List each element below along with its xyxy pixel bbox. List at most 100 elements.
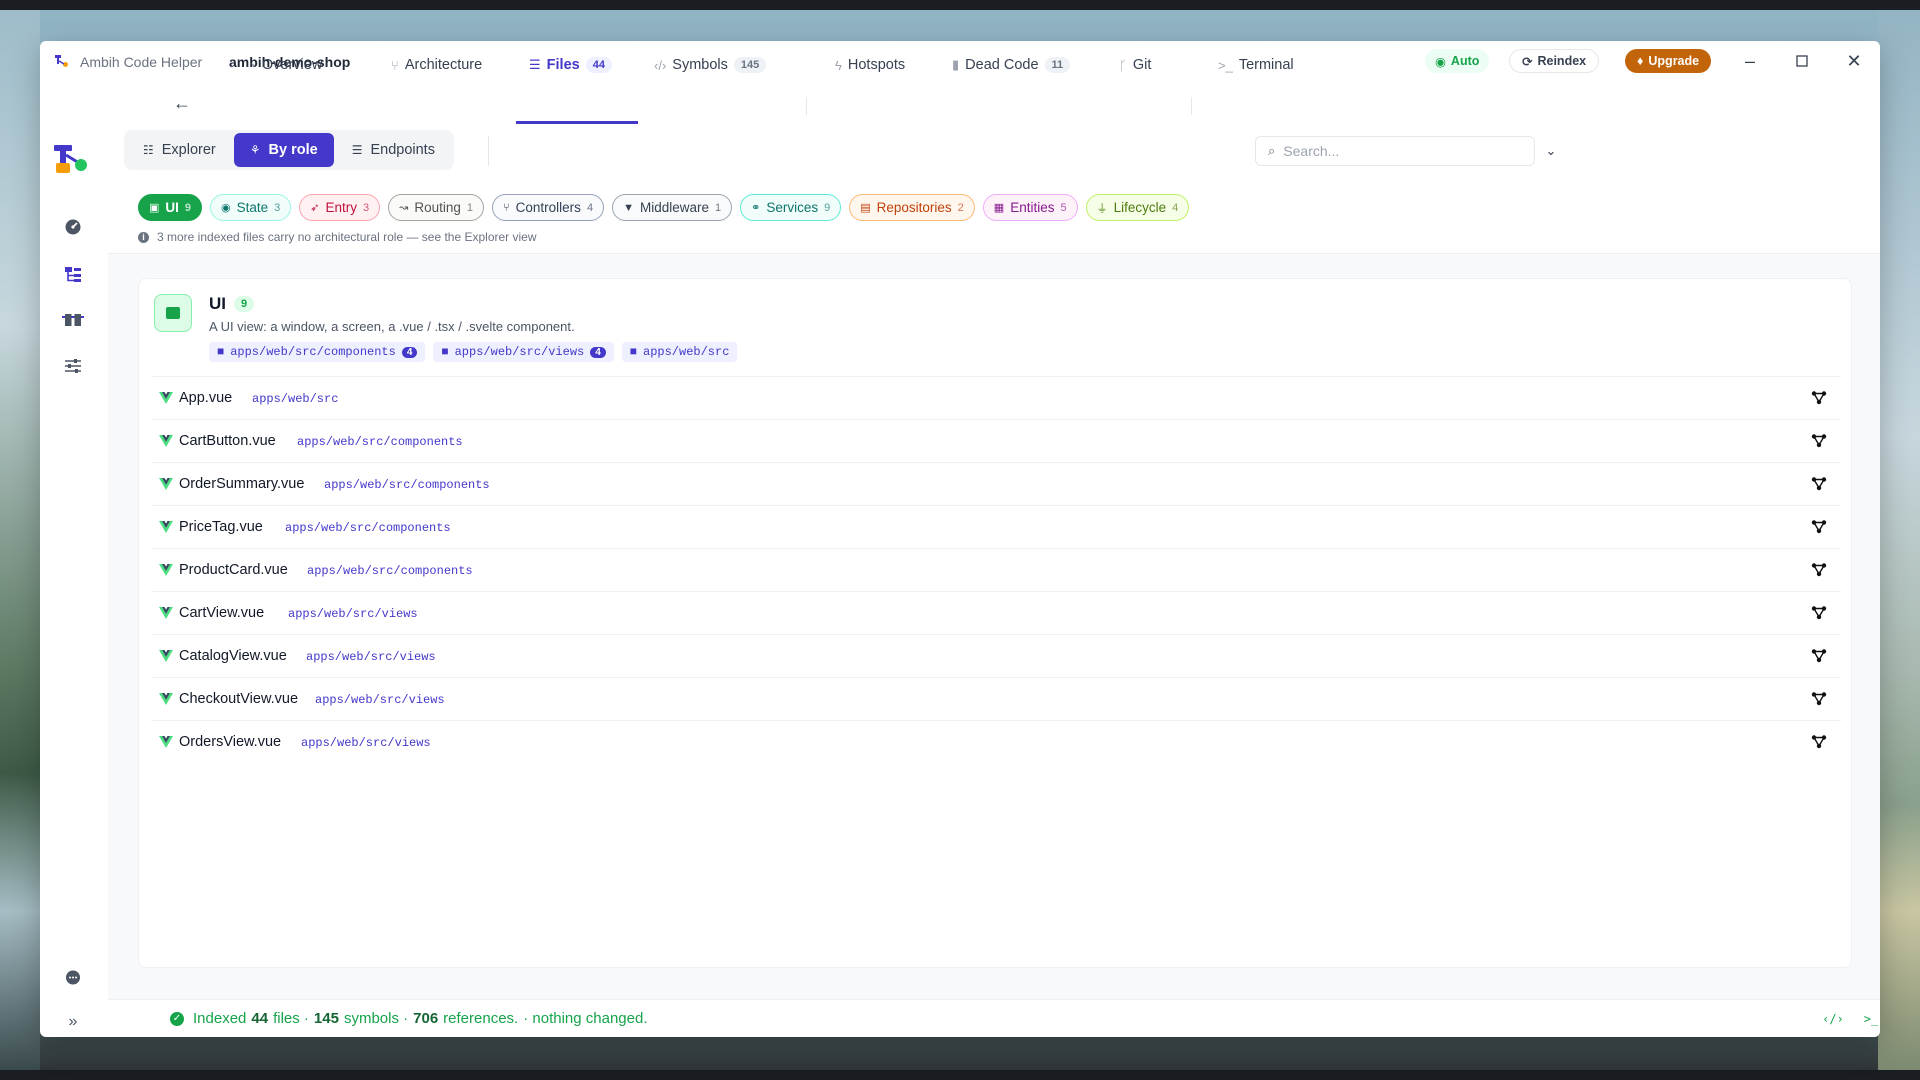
tab-count-badge: 44 — [585, 57, 612, 73]
file-row[interactable]: CatalogView.vue apps/web/src/views — [151, 635, 1841, 678]
auto-index-toggle[interactable]: ◉ Auto — [1425, 49, 1490, 73]
file-row[interactable]: App.vue apps/web/src — [151, 377, 1841, 420]
rail-settings-icon[interactable] — [62, 355, 84, 377]
dependency-graph-icon[interactable] — [1811, 519, 1827, 535]
role-chip-ui[interactable]: ▣ UI 9 — [138, 194, 203, 221]
folder-path: apps/web/src — [643, 345, 730, 359]
file-row[interactable]: CartButton.vue apps/web/src/components — [151, 420, 1841, 463]
tab-terminal[interactable]: >_ Terminal — [1218, 53, 1294, 77]
role-chip-label: Lifecycle — [1113, 200, 1167, 215]
plug-icon: ⏚ — [1096, 202, 1108, 215]
code-icon[interactable]: ‹/› — [1822, 1010, 1844, 1028]
tab-git[interactable]: ᚴ Git — [1119, 53, 1151, 77]
rail-docs-icon[interactable] — [62, 309, 84, 331]
tab-dead-code[interactable]: ▮ Dead Code 11 — [952, 53, 1071, 77]
role-chip-entities[interactable]: ▦ Entities 5 — [982, 194, 1078, 221]
dependency-graph-icon[interactable] — [1811, 734, 1827, 750]
view-mode-switch: ☷ Explorer ⚘ By role ☰ Endpoints — [124, 130, 454, 170]
tab-label: Hotspots — [847, 57, 906, 73]
file-name: App.vue — [179, 390, 233, 406]
left-rail: » — [40, 81, 108, 1037]
file-name: ProductCard.vue — [179, 562, 288, 578]
folder-path: apps/web/src/components — [230, 345, 396, 359]
rocket-icon: ➶ — [310, 202, 320, 214]
window-icon: ▣ — [149, 202, 160, 214]
role-chip-label: Services — [766, 200, 819, 215]
tab-overview[interactable]: ◔ Overview — [248, 53, 322, 77]
file-name: CartView.vue — [179, 605, 265, 621]
dependency-graph-icon[interactable] — [1811, 390, 1827, 406]
file-name: OrdersView.vue — [179, 734, 282, 750]
file-name: CheckoutView.vue — [179, 691, 299, 707]
file-row[interactable]: PriceTag.vue apps/web/src/components — [151, 506, 1841, 549]
role-chip-label: Routing — [414, 200, 461, 215]
folder-chip[interactable]: ■ apps/web/src/components 4 — [209, 342, 426, 362]
dependency-graph-icon[interactable] — [1811, 476, 1827, 492]
dependency-graph-icon[interactable] — [1811, 433, 1827, 449]
role-chip-controllers[interactable]: ⑂ Controllers 4 — [492, 194, 605, 221]
rail-chat-icon[interactable] — [62, 967, 84, 989]
status-prefix: Indexed — [193, 1010, 247, 1027]
file-row[interactable]: OrdersView.vue apps/web/src/views — [151, 721, 1841, 764]
vue-icon — [159, 392, 173, 404]
file-row[interactable]: OrderSummary.vue apps/web/src/components — [151, 463, 1841, 506]
role-chip-count: 3 — [363, 201, 370, 214]
rail-dashboard-icon[interactable] — [62, 216, 84, 238]
dependency-graph-icon[interactable] — [1811, 648, 1827, 664]
diamond-icon: ♦ — [1637, 54, 1644, 68]
tab-symbols[interactable]: ‹/› Symbols 145 — [654, 53, 767, 77]
dependency-graph-icon[interactable] — [1811, 605, 1827, 621]
toolbar-divider — [488, 136, 489, 166]
role-chip-repositories[interactable]: ▤ Repositories 2 — [849, 194, 975, 221]
file-path: apps/web/src/views — [301, 736, 431, 750]
view-mode-by-role[interactable]: ⚘ By role — [233, 133, 334, 167]
refresh-icon: ⟳ — [1522, 54, 1533, 69]
view-mode-label: Endpoints — [370, 142, 435, 158]
dependency-graph-icon[interactable] — [1811, 562, 1827, 578]
role-filter-chips: ▣ UI 9 ◉ State 3 ➶ Entry 3 ↝ Routing 1 ⑂… — [138, 194, 1190, 221]
folder-chip[interactable]: ■ apps/web/src/views 4 — [433, 342, 614, 362]
file-row[interactable]: CheckoutView.vue apps/web/src/views — [151, 678, 1841, 721]
terminal-icon[interactable]: >_ — [1862, 1010, 1880, 1028]
search-icon: ⌕ — [1268, 143, 1276, 158]
tab-architecture[interactable]: ⑂ Architecture — [391, 53, 482, 77]
folder-chip[interactable]: ■ apps/web/src — [621, 342, 738, 362]
folder-count: 4 — [590, 346, 606, 358]
chevron-down-icon[interactable]: ⌄ — [1540, 140, 1562, 162]
role-chip-services[interactable]: ⚭ Services 9 — [740, 194, 842, 221]
info-icon: i — [138, 231, 149, 243]
view-mode-explorer[interactable]: ☷ Explorer — [127, 133, 232, 167]
minimize-icon[interactable]: – — [1738, 49, 1762, 73]
view-mode-endpoints[interactable]: ☰ Endpoints — [336, 133, 451, 167]
desktop-background-right — [1878, 10, 1920, 1070]
tab-label: Dead Code — [965, 57, 1039, 73]
tab-divider — [806, 97, 807, 115]
role-chip-routing[interactable]: ↝ Routing 1 — [388, 194, 485, 221]
file-row[interactable]: CartView.vue apps/web/src/views — [151, 592, 1841, 635]
reindex-label: Reindex — [1537, 54, 1587, 68]
tab-hotspots[interactable]: ϟ Hotspots — [835, 53, 905, 77]
role-chip-entry[interactable]: ➶ Entry 3 — [299, 194, 381, 221]
folder-icon: ■ — [217, 345, 225, 359]
dependency-graph-icon[interactable] — [1811, 691, 1827, 707]
file-row[interactable]: ProductCard.vue apps/web/src/components — [151, 549, 1841, 592]
role-chip-lifecycle[interactable]: ⏚ Lifecycle 4 — [1085, 194, 1190, 221]
code-icon: ‹/› — [654, 57, 667, 73]
maximize-icon[interactable] — [1790, 49, 1814, 73]
back-arrow-icon[interactable]: ← — [170, 91, 194, 115]
auto-label: Auto — [1450, 54, 1480, 68]
folder-count: 4 — [401, 346, 418, 358]
role-chip-state[interactable]: ◉ State 3 — [210, 194, 292, 221]
role-chip-middleware[interactable]: ▼ Middleware 1 — [612, 194, 733, 221]
rail-expand-icon[interactable]: » — [62, 1011, 84, 1033]
role-chip-label: Entry — [325, 200, 358, 215]
upgrade-button[interactable]: ♦ Upgrade — [1625, 49, 1712, 73]
close-icon[interactable]: ✕ — [1842, 49, 1866, 73]
brand-logo-icon — [54, 145, 87, 173]
search-input[interactable] — [1283, 143, 1504, 159]
git-branch-icon: ᚴ — [1119, 57, 1127, 73]
tab-files[interactable]: ☰ Files 44 — [529, 53, 612, 77]
reindex-button[interactable]: ⟳ Reindex — [1509, 49, 1600, 73]
rail-files-icon[interactable] — [62, 263, 84, 285]
index-status: ✓ Indexed 44 files · 145 symbols · 706 r… — [170, 1010, 647, 1027]
